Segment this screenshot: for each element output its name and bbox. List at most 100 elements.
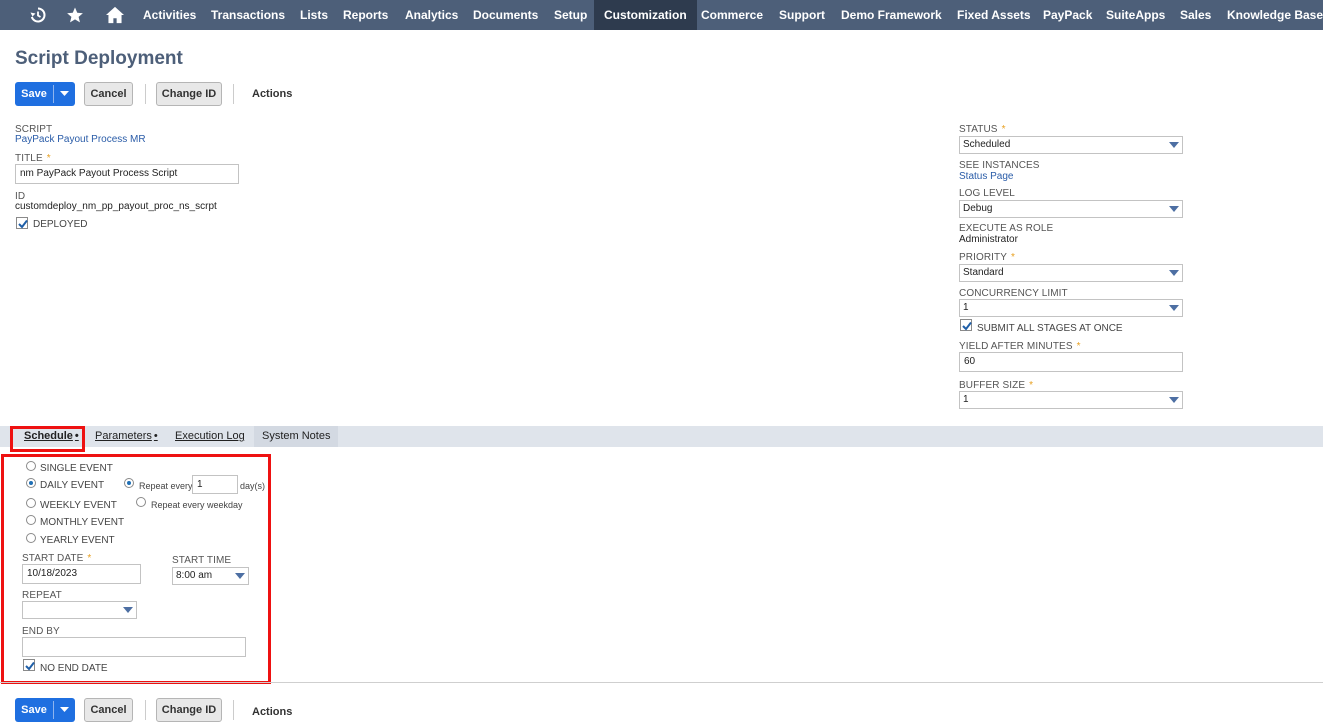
start-date-label: START DATE * bbox=[22, 553, 92, 564]
start-date-input[interactable]: 10/18/2023 bbox=[22, 564, 141, 584]
title-input[interactable]: nm PayPack Payout Process Script bbox=[15, 164, 239, 184]
save-button-bottom[interactable]: Save bbox=[15, 698, 75, 722]
nav-item-transactions[interactable]: Transactions bbox=[201, 0, 295, 30]
submit-all-stages-checkbox[interactable] bbox=[960, 319, 972, 331]
log-level-label: LOG LEVEL bbox=[959, 188, 1015, 199]
toolbar-divider bbox=[233, 84, 234, 104]
nav-item-suiteapps[interactable]: SuiteApps bbox=[1096, 0, 1175, 30]
concurrency-limit-value: 1 bbox=[963, 302, 969, 313]
nav-item-setup[interactable]: Setup bbox=[544, 0, 597, 30]
repeat-label: REPEAT bbox=[22, 590, 62, 601]
concurrency-limit-select[interactable]: 1 bbox=[959, 299, 1183, 317]
toolbar-top: Save Cancel Change ID Actions bbox=[15, 82, 315, 106]
nav-item-paypack[interactable]: PayPack bbox=[1033, 0, 1102, 30]
nav-item-sales[interactable]: Sales bbox=[1170, 0, 1221, 30]
end-by-label: END BY bbox=[22, 626, 60, 637]
nav-item-documents[interactable]: Documents bbox=[463, 0, 548, 30]
nav-item-activities[interactable]: Activities bbox=[133, 0, 206, 30]
status-page-link[interactable]: Status Page bbox=[959, 171, 1013, 182]
status-select[interactable]: Scheduled bbox=[959, 136, 1183, 154]
toolbar-divider bbox=[233, 700, 234, 720]
dropdown-arrow-icon bbox=[1169, 305, 1179, 311]
checkmark-icon bbox=[962, 321, 972, 331]
priority-value: Standard bbox=[963, 267, 1004, 278]
dropdown-arrow-icon bbox=[123, 607, 133, 613]
repeat-select[interactable] bbox=[22, 601, 137, 619]
checkmark-icon bbox=[25, 661, 35, 671]
actions-menu-bottom[interactable]: Actions bbox=[252, 700, 292, 724]
dropdown-arrow-icon bbox=[1169, 206, 1179, 212]
buffer-size-select[interactable]: 1 bbox=[959, 391, 1183, 409]
start-time-label: START TIME bbox=[172, 555, 232, 566]
priority-label-text: PRIORITY bbox=[959, 252, 1008, 263]
tab-parameters[interactable]: Parameters • bbox=[95, 426, 158, 447]
no-end-date-checkbox[interactable] bbox=[23, 659, 35, 671]
nav-item-support[interactable]: Support bbox=[769, 0, 835, 30]
dropdown-arrow-icon bbox=[235, 573, 245, 579]
yearly-event-label: YEARLY EVENT bbox=[40, 535, 115, 546]
repeat-every-weekday-label: Repeat every weekday bbox=[151, 500, 243, 510]
star-icon[interactable] bbox=[64, 0, 86, 30]
deployed-label: DEPLOYED bbox=[33, 219, 88, 230]
tab-system-notes[interactable]: System Notes bbox=[254, 426, 339, 447]
chevron-down-icon[interactable] bbox=[54, 698, 75, 722]
tab-parameters-label: Parameters bbox=[95, 430, 152, 442]
title-label: TITLE * bbox=[15, 153, 51, 164]
top-nav: Activities Transactions Lists Reports Analyt… bbox=[0, 0, 1323, 30]
home-icon[interactable] bbox=[103, 0, 127, 30]
chevron-down-icon[interactable] bbox=[54, 82, 75, 106]
status-value: Scheduled bbox=[963, 139, 1011, 150]
script-link[interactable]: PayPack Payout Process MR bbox=[15, 134, 146, 145]
single-event-radio[interactable] bbox=[26, 461, 36, 471]
concurrency-limit-label: CONCURRENCY LIMIT bbox=[959, 288, 1068, 299]
end-by-input[interactable] bbox=[22, 637, 246, 657]
tab-highlight-box bbox=[10, 426, 85, 452]
buffer-size-value: 1 bbox=[963, 394, 969, 405]
log-level-select[interactable]: Debug bbox=[959, 200, 1183, 218]
save-button-label: Save bbox=[21, 88, 47, 100]
yield-after-minutes-label: YIELD AFTER MINUTES * bbox=[959, 341, 1081, 352]
save-button-label: Save bbox=[21, 704, 47, 716]
toolbar-divider bbox=[145, 700, 146, 720]
nav-item-reports[interactable]: Reports bbox=[333, 0, 398, 30]
nav-item-commerce[interactable]: Commerce bbox=[691, 0, 773, 30]
start-time-select[interactable]: 8:00 am bbox=[172, 567, 249, 585]
save-button[interactable]: Save bbox=[15, 82, 75, 106]
single-event-label: SINGLE EVENT bbox=[40, 463, 113, 474]
nav-item-lists[interactable]: Lists bbox=[290, 0, 338, 30]
actions-menu[interactable]: Actions bbox=[252, 82, 292, 106]
days-unit-label: day(s) bbox=[240, 481, 266, 491]
priority-select[interactable]: Standard bbox=[959, 264, 1183, 282]
repeat-every-days-input[interactable]: 1 bbox=[192, 475, 238, 494]
cancel-button-bottom[interactable]: Cancel bbox=[84, 698, 133, 722]
page-title: Script Deployment bbox=[15, 48, 183, 69]
weekly-event-radio[interactable] bbox=[26, 498, 36, 508]
checkmark-icon bbox=[18, 219, 28, 229]
change-id-button-bottom[interactable]: Change ID bbox=[156, 698, 222, 722]
cancel-button[interactable]: Cancel bbox=[84, 82, 133, 106]
execute-as-role-value: Administrator bbox=[959, 234, 1018, 245]
status-label-text: STATUS bbox=[959, 124, 998, 135]
nav-item-demo-framework[interactable]: Demo Framework bbox=[831, 0, 952, 30]
buffer-size-label-text: BUFFER SIZE bbox=[959, 380, 1026, 391]
recent-records-icon[interactable] bbox=[26, 0, 50, 30]
see-instances-label: SEE INSTANCES bbox=[959, 160, 1040, 171]
nav-item-analytics[interactable]: Analytics bbox=[395, 0, 468, 30]
repeat-every-radio[interactable] bbox=[124, 478, 134, 488]
change-id-button[interactable]: Change ID bbox=[156, 82, 222, 106]
deployed-checkbox[interactable] bbox=[16, 217, 28, 229]
repeat-every-weekday-radio[interactable] bbox=[136, 497, 146, 507]
nav-item-fixed-assets[interactable]: Fixed Assets bbox=[947, 0, 1041, 30]
tab-execution-log[interactable]: Execution Log bbox=[175, 426, 245, 447]
nav-item-knowledge-base[interactable]: Knowledge Base bbox=[1217, 0, 1323, 30]
daily-event-radio[interactable] bbox=[26, 478, 36, 488]
nav-item-customization[interactable]: Customization bbox=[594, 0, 697, 30]
dropdown-arrow-icon bbox=[1169, 397, 1179, 403]
yearly-event-radio[interactable] bbox=[26, 533, 36, 543]
footer-divider bbox=[0, 682, 1323, 683]
toolbar-bottom: Save Cancel Change ID Actions bbox=[15, 698, 315, 722]
yield-after-minutes-input[interactable]: 60 bbox=[959, 352, 1183, 372]
id-value: customdeploy_nm_pp_payout_proc_ns_scrpt bbox=[15, 201, 217, 212]
monthly-event-radio[interactable] bbox=[26, 515, 36, 525]
tab-parameters-dot: • bbox=[153, 430, 158, 442]
